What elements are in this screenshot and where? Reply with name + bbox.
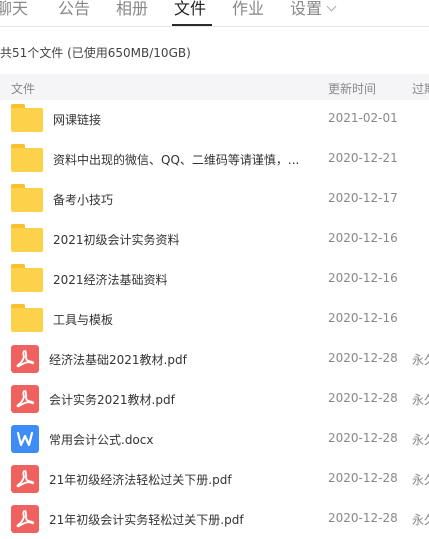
group-tab-bar: 聊天 公告 相册 文件 作业 设置 [0,0,429,26]
file-updated-date: 2020-12-16 [328,311,398,325]
file-name[interactable]: 备考小技巧 [53,191,113,208]
file-name[interactable]: 21年初级经济法轻松过关下册.pdf [49,471,232,488]
tab-divider [0,26,429,27]
word-doc-icon [11,425,39,453]
header-expiry[interactable]: 过期 [412,80,429,97]
folder-icon [11,144,43,172]
file-name[interactable]: 常用会计公式.docx [49,431,153,448]
tab-announcements[interactable]: 公告 [58,0,90,20]
tab-files[interactable]: 文件 [174,0,206,20]
file-updated-date: 2020-12-16 [328,231,398,245]
folder-row[interactable]: 2021初级会计实务资料 2020-12-16 [0,219,429,259]
tab-homework[interactable]: 作业 [232,0,264,20]
folder-icon [11,264,43,292]
folder-icon [11,224,43,252]
file-updated-date: 2020-12-28 [328,431,398,445]
tab-chat[interactable]: 聊天 [0,0,28,20]
pdf-icon [11,345,39,373]
file-expiry: 永久 [412,433,429,447]
file-table-header: 文件 更新时间 过期 [0,74,429,100]
pdf-icon [11,505,39,533]
file-name[interactable]: 资料中出现的微信、QQ、二维码等请谨慎，... [53,151,299,168]
chevron-down-icon [326,1,337,12]
file-name[interactable]: 2021初级会计实务资料 [53,231,180,248]
file-updated-date: 2020-12-28 [328,351,398,365]
folder-icon [11,184,43,212]
file-name[interactable]: 网课链接 [53,111,101,128]
file-row[interactable]: 21年初级会计实务轻松过关下册.pdf 2020-12-28 永久 [0,499,429,539]
file-expiry: 永久 [412,393,429,407]
file-updated-date: 2020-12-17 [328,191,398,205]
file-updated-date: 2020-12-28 [328,511,398,525]
folder-row[interactable]: 资料中出现的微信、QQ、二维码等请谨慎，... 2020-12-21 [0,139,429,179]
folder-row[interactable]: 备考小技巧 2020-12-17 [0,179,429,219]
file-updated-date: 2020-12-28 [328,391,398,405]
file-row[interactable]: 会计实务2021教材.pdf 2020-12-28 永久 [0,379,429,419]
pdf-icon [11,385,39,413]
file-name[interactable]: 会计实务2021教材.pdf [49,391,175,408]
file-name[interactable]: 21年初级会计实务轻松过关下册.pdf [49,511,244,528]
folder-icon [11,104,43,132]
file-row[interactable]: 经济法基础2021教材.pdf 2020-12-28 永久 [0,339,429,379]
header-updated[interactable]: 更新时间 [328,80,376,97]
file-summary: 共51个文件 (已使用650MB/10GB) [0,46,191,60]
file-name[interactable]: 工具与模板 [53,311,113,328]
folder-icon [11,304,43,332]
file-updated-date: 2020-12-21 [328,151,398,165]
pdf-icon [11,465,39,493]
file-name[interactable]: 2021经济法基础资料 [53,271,168,288]
folder-row[interactable]: 网课链接 2021-02-01 [0,99,429,139]
folder-row[interactable]: 2021经济法基础资料 2020-12-16 [0,259,429,299]
header-name[interactable]: 文件 [11,80,35,97]
file-name[interactable]: 经济法基础2021教材.pdf [49,351,187,368]
file-updated-date: 2021-02-01 [328,111,398,125]
folder-row[interactable]: 工具与模板 2020-12-16 [0,299,429,339]
file-updated-date: 2020-12-16 [328,271,398,285]
file-row[interactable]: 常用会计公式.docx 2020-12-28 永久 [0,419,429,459]
file-expiry: 永久 [412,353,429,367]
tab-settings-label: 设置 [290,0,323,18]
file-row[interactable]: 21年初级经济法轻松过关下册.pdf 2020-12-28 永久 [0,459,429,499]
tab-settings[interactable]: 设置 [290,0,337,20]
file-expiry: 永久 [412,513,429,527]
file-updated-date: 2020-12-28 [328,471,398,485]
file-expiry: 永久 [412,473,429,487]
tab-album[interactable]: 相册 [116,0,148,20]
